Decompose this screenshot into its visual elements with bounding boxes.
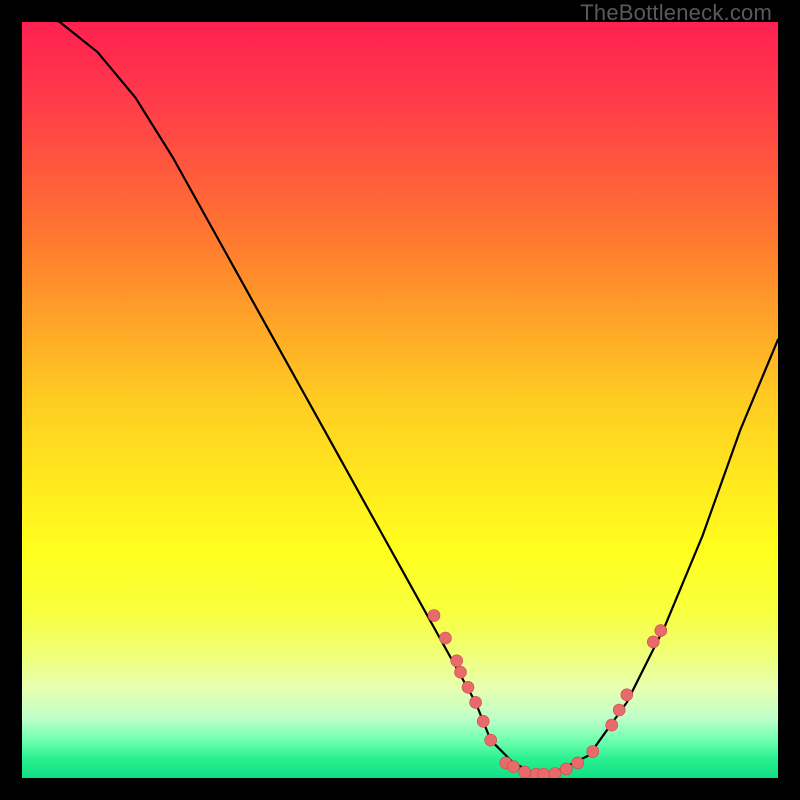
data-point-marker — [606, 719, 618, 731]
data-point-marker — [621, 689, 633, 701]
watermark-text: TheBottleneck.com — [580, 0, 772, 26]
data-point-marker — [439, 632, 451, 644]
data-point-marker — [655, 625, 667, 637]
data-point-marker — [519, 766, 531, 778]
data-point-marker — [477, 715, 489, 727]
data-point-marker — [451, 655, 463, 667]
data-point-marker — [613, 704, 625, 716]
data-point-marker — [470, 696, 482, 708]
data-point-marker — [485, 734, 497, 746]
data-point-marker — [572, 757, 584, 769]
curve-layer — [22, 22, 778, 778]
data-point-marker — [455, 666, 467, 678]
data-point-marker — [462, 681, 474, 693]
data-point-marker — [587, 746, 599, 758]
data-point-marker — [538, 768, 550, 778]
bottleneck-curve — [22, 22, 778, 774]
data-point-marker — [428, 610, 440, 622]
data-point-marker — [549, 768, 561, 779]
plot-area — [22, 22, 778, 778]
chart-frame: TheBottleneck.com — [0, 0, 800, 800]
data-point-marker — [647, 636, 659, 648]
curve-markers — [428, 610, 667, 779]
data-point-marker — [560, 763, 572, 775]
data-point-marker — [507, 761, 519, 773]
